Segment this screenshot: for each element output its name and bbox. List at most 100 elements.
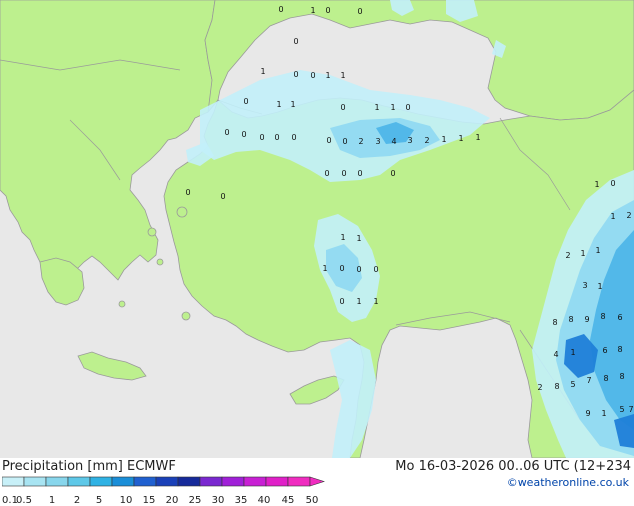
map-value-label: 0 — [339, 297, 344, 306]
map-value-label: 8 — [554, 382, 559, 391]
map-value-label: 2 — [626, 211, 631, 220]
map-value-label: 0 — [339, 264, 344, 273]
map-value-label: 6 — [602, 346, 607, 355]
map-value-label: 0 — [293, 70, 298, 79]
map-value-label: 4 — [553, 350, 558, 359]
map-value-label: 1 — [390, 103, 395, 112]
legend-tick-label: 0.5 — [16, 495, 32, 506]
map-value-label: 5 — [570, 380, 575, 389]
land-island-1 — [147, 227, 157, 237]
map-footer: Precipitation [mm] ECMWF Mo 16-03-2026 0… — [0, 458, 634, 506]
land-island-5 — [118, 300, 126, 308]
map-value-label: 0 — [357, 7, 362, 16]
land-island-4 — [176, 206, 188, 218]
legend-swatch — [89, 476, 113, 487]
map-value-label: 1 — [441, 135, 446, 144]
map-value-label: 0 — [278, 5, 283, 14]
legend-swatch — [287, 476, 311, 487]
map-value-label: 1 — [356, 234, 361, 243]
map-value-label: 8 — [603, 374, 608, 383]
map-value-label: 1 — [340, 71, 345, 80]
map-value-label: 4 — [391, 137, 396, 146]
legend-swatch — [133, 476, 157, 487]
map-value-label: 1 — [340, 233, 345, 242]
legend-tick-label: 25 — [188, 495, 202, 506]
map-value-label: 2 — [565, 251, 570, 260]
map-value-label: 1 — [597, 282, 602, 291]
map-value-label: 9 — [585, 409, 590, 418]
map-value-label: 0 — [326, 136, 331, 145]
map-value-label: 2 — [424, 136, 429, 145]
map-value-label: 1 — [290, 100, 295, 109]
map-value-label: 6 — [617, 313, 622, 322]
map-value-label: 1 — [310, 6, 315, 15]
map-value-label: 2 — [537, 383, 542, 392]
map-value-label: 8 — [552, 318, 557, 327]
map-value-label: 0 — [310, 71, 315, 80]
map-value-label: 0 — [243, 97, 248, 106]
map-value-label: 0 — [324, 169, 329, 178]
map-value-label: 1 — [325, 71, 330, 80]
valid-time: Mo 16-03-2026 00..06 UTC (12+234 — [395, 459, 631, 474]
legend-swatch — [177, 476, 201, 487]
legend-arrow-icon — [309, 476, 325, 487]
map-value-label: 8 — [619, 372, 624, 381]
legend-tick-label: 40 — [257, 495, 271, 506]
map-value-label: 1 — [595, 246, 600, 255]
map-value-label: 9 — [584, 315, 589, 324]
legend-swatch — [67, 476, 91, 487]
legend-tick-label: 20 — [165, 495, 179, 506]
map-value-label: 0 — [325, 6, 330, 15]
map-value-label: 1 — [580, 249, 585, 258]
map-value-label: 2 — [358, 137, 363, 146]
map-value-label: 1 — [594, 180, 599, 189]
credit-link[interactable]: ©weatheronline.co.uk — [507, 476, 629, 489]
map-value-label: 1 — [322, 264, 327, 273]
map-value-label: 0 — [373, 265, 378, 274]
map-value-label: 1 — [374, 103, 379, 112]
legend-swatch — [199, 476, 223, 487]
legend-swatch — [1, 476, 25, 487]
map-value-label: 0 — [341, 169, 346, 178]
map-value-label: 0 — [293, 37, 298, 46]
legend-swatch — [221, 476, 245, 487]
map-value-label: 0 — [357, 169, 362, 178]
legend-swatch — [243, 476, 267, 487]
legend-tick-label: 10 — [119, 495, 133, 506]
map-value-label: 0 — [340, 103, 345, 112]
precipitation-map: 0100010011011011000000002343211100000010… — [0, 0, 634, 459]
map-value-label: 7 — [628, 405, 633, 414]
map-value-label: 3 — [375, 137, 380, 146]
legend-swatch — [265, 476, 289, 487]
map-value-label: 0 — [220, 192, 225, 201]
map-value-label: 1 — [458, 134, 463, 143]
map-value-label: 1 — [570, 348, 575, 357]
map-value-label: 7 — [586, 376, 591, 385]
precip-legend: 0.1 0.5 1 2 5 10 15 20 25 30 35 40 45 50 — [1, 475, 332, 506]
legend-colorbar — [1, 476, 325, 487]
legend-tick-label: 5 — [95, 495, 103, 506]
map-value-label: 3 — [407, 136, 412, 145]
map-value-label: 8 — [617, 345, 622, 354]
map-value-label: 0 — [185, 188, 190, 197]
legend-tick-label: 50 — [305, 495, 319, 506]
map-value-label: 0 — [405, 103, 410, 112]
map-value-label: 1 — [276, 100, 281, 109]
map-value-label: 0 — [259, 133, 264, 142]
map-value-label: 8 — [568, 315, 573, 324]
map-value-label: 1 — [356, 297, 361, 306]
land-island-3 — [181, 311, 191, 321]
map-value-label: 0 — [224, 128, 229, 137]
map-value-label: 0 — [274, 133, 279, 142]
map-value-label: 0 — [342, 137, 347, 146]
legend-swatch — [45, 476, 69, 487]
legend-tick-label: 1 — [48, 495, 56, 506]
legend-tick-label: 35 — [234, 495, 248, 506]
legend-tick-label: 2 — [73, 495, 81, 506]
legend-tick-label: 45 — [281, 495, 295, 506]
map-value-label: 1 — [601, 409, 606, 418]
map-value-label: 1 — [610, 212, 615, 221]
legend-swatch — [23, 476, 47, 487]
map-value-label: 3 — [582, 281, 587, 290]
map-value-label: 1 — [373, 297, 378, 306]
